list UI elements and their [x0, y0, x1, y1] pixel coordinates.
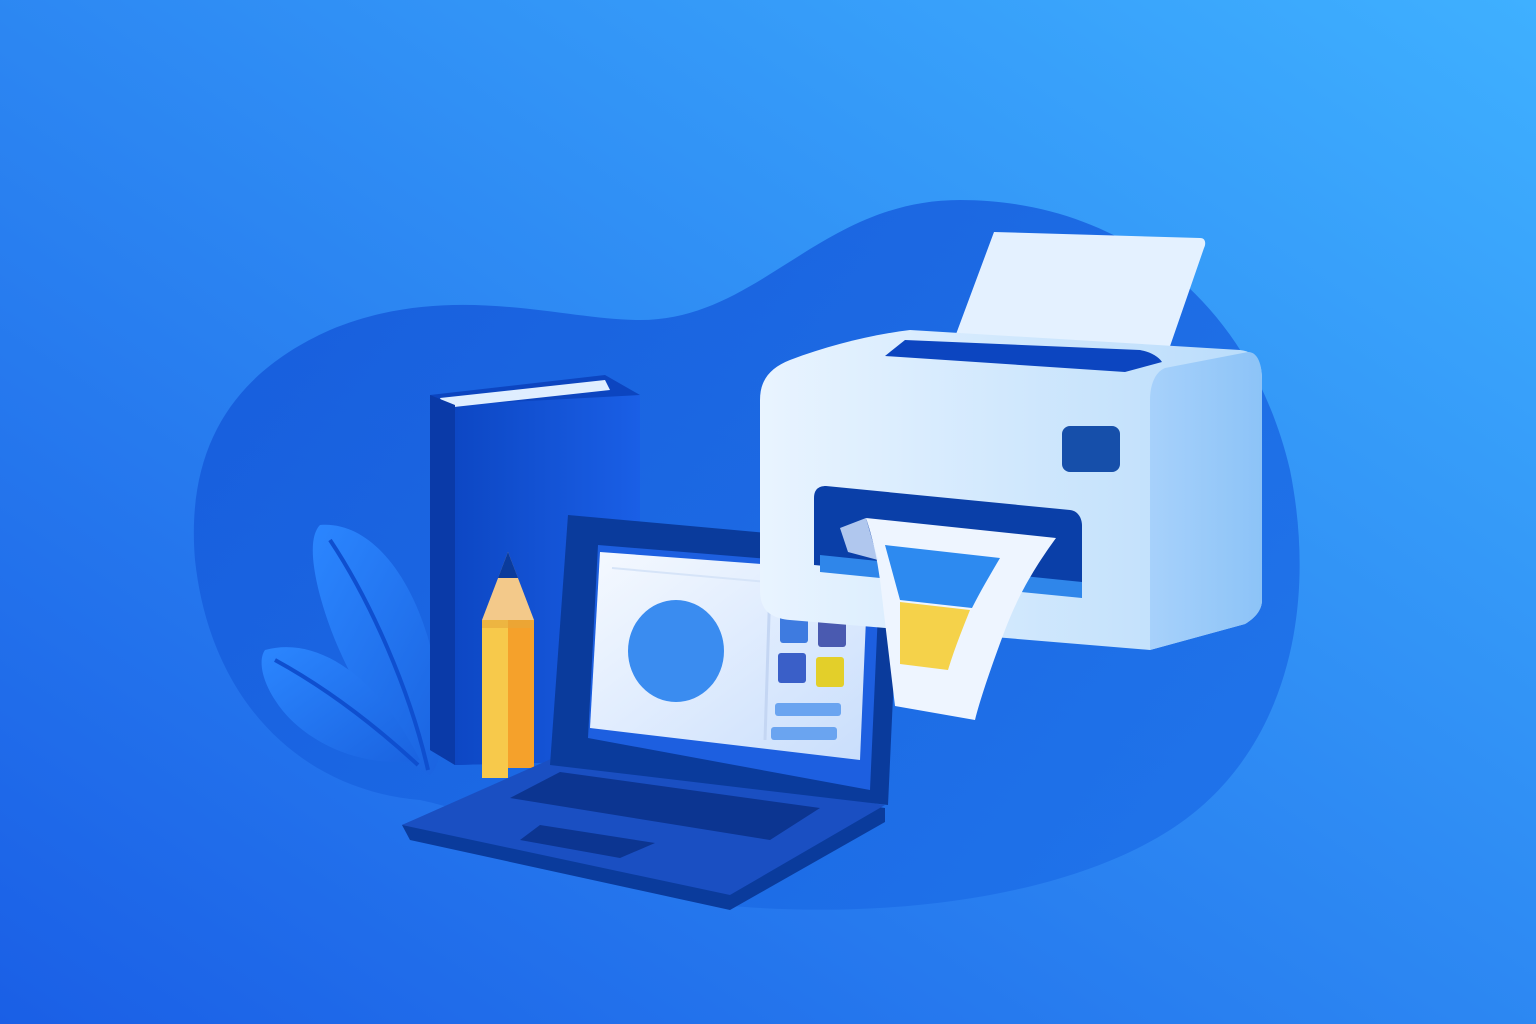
tray-paper — [952, 232, 1206, 352]
screen-tile — [778, 653, 806, 683]
screen-line — [771, 727, 837, 740]
screen-circle — [628, 600, 724, 702]
printer-button — [1062, 426, 1120, 472]
illustration-scene — [0, 0, 1536, 1024]
screen-tile — [816, 657, 844, 687]
screen-line — [775, 703, 841, 716]
illustration-canvas — [0, 0, 1536, 1024]
